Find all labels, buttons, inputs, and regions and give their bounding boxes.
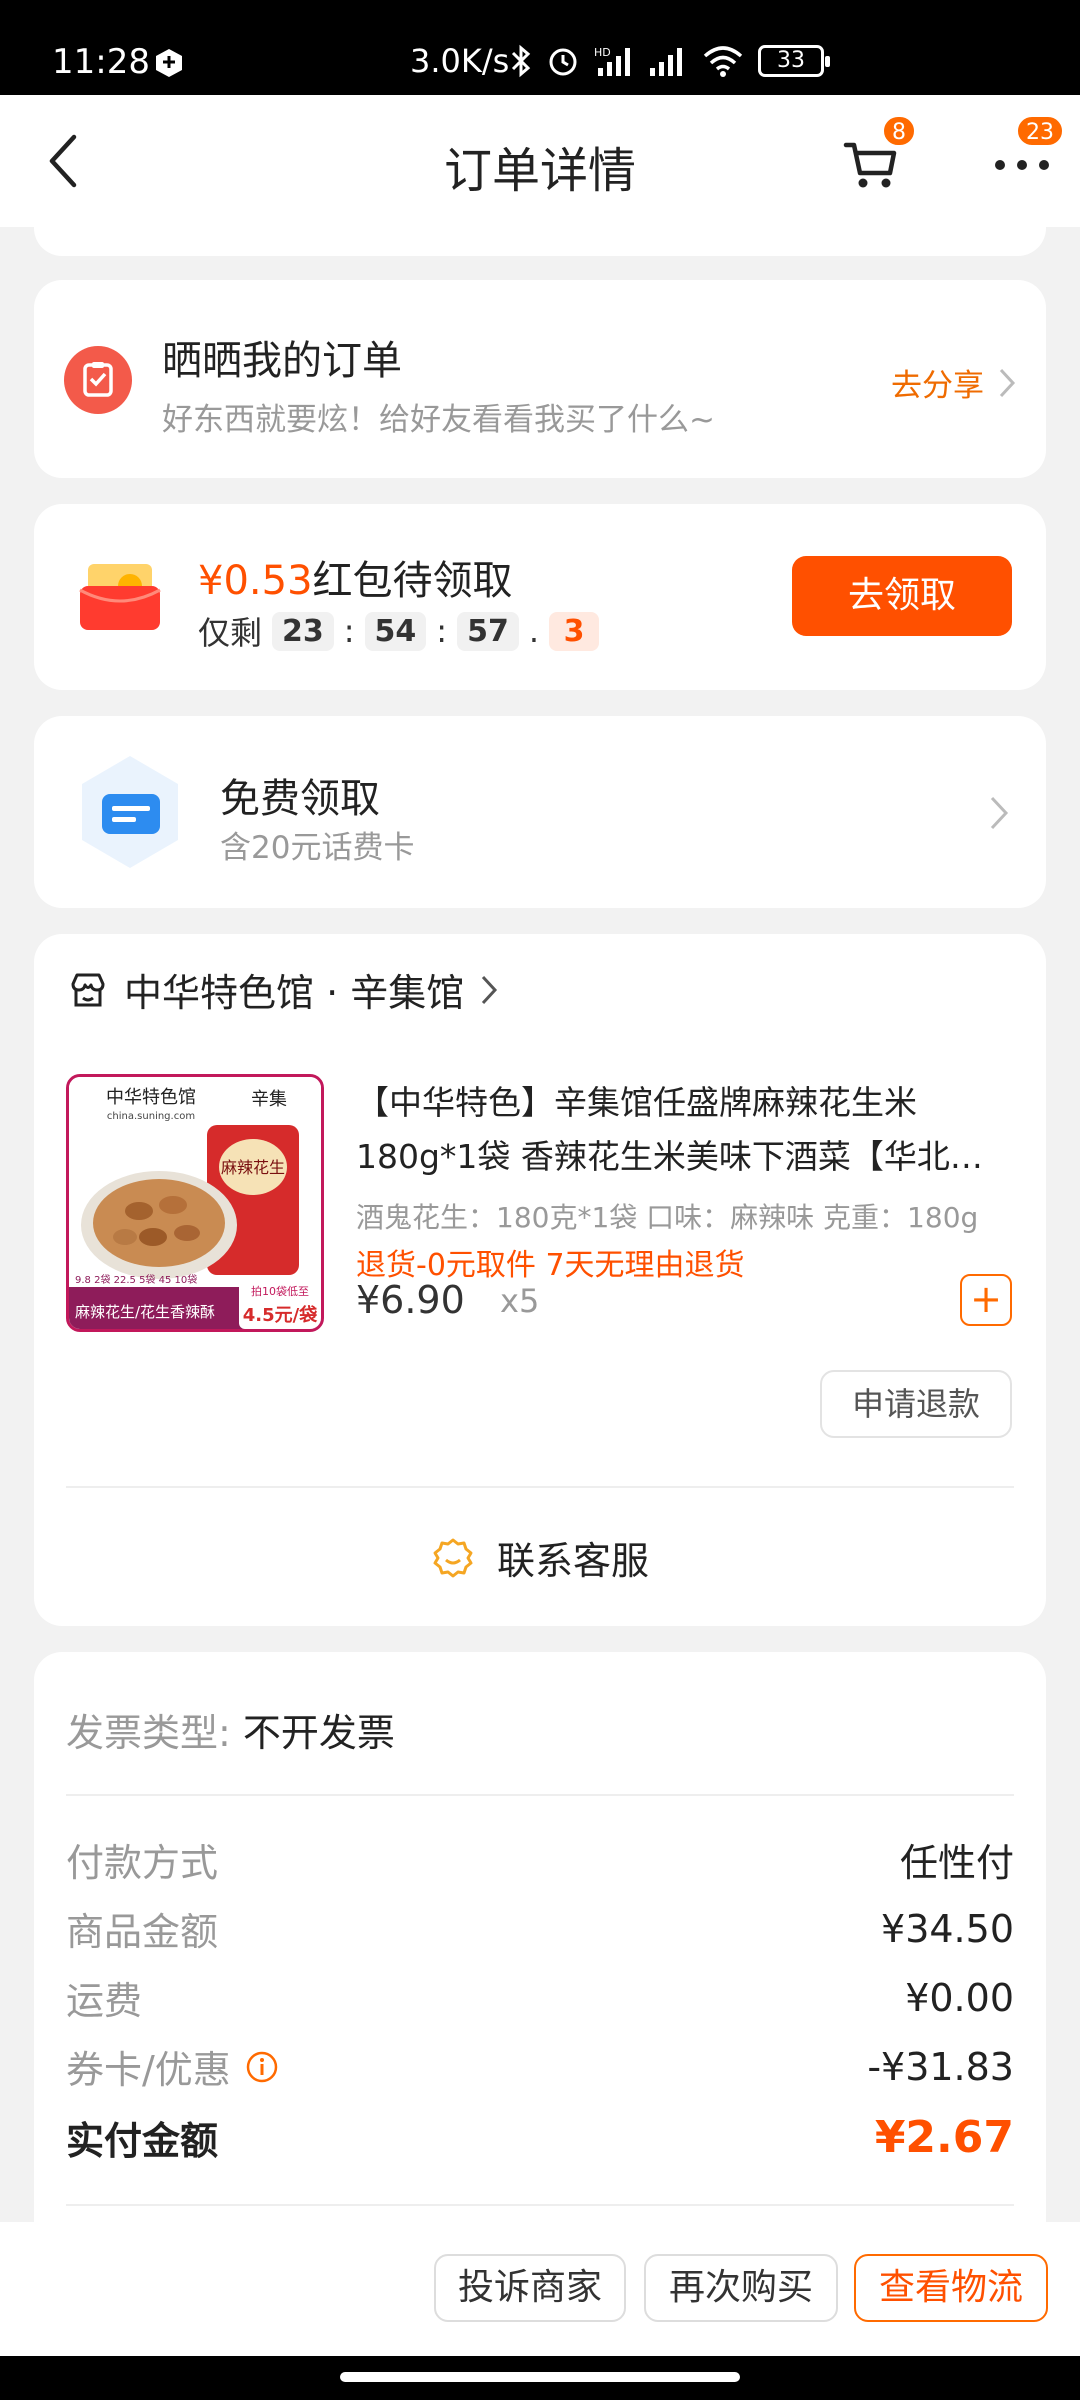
goods-amount-row: 商品金额 ¥34.50 <box>66 1901 1014 1956</box>
store-link[interactable]: 中华特色馆 · 辛集馆 <box>68 962 498 1017</box>
status-bar: 11:28 3.0K/s HD 33 <box>0 0 1080 95</box>
share-title: 晒晒我的订单 <box>162 338 402 384</box>
phone-card-icon <box>82 756 178 868</box>
cart-badge: 8 <box>882 115 916 147</box>
countdown-seconds: 57 <box>457 611 519 651</box>
image-promo-text: 拍10袋低至 <box>251 1284 309 1298</box>
invoice-row: 发票类型: 不开发票 <box>66 1702 395 1757</box>
discount-row: 券卡/优惠 -¥31.83 <box>66 2039 1014 2094</box>
previous-card-bottom <box>34 200 1046 256</box>
countdown-minutes: 54 <box>364 611 427 651</box>
payment-card: 发票类型: 不开发票 付款方式 任性付 商品金额 ¥34.50 运费 ¥0.00… <box>34 1652 1046 2232</box>
payment-row-value: -¥31.83 <box>867 2044 1014 2089</box>
hd-signal-icon: HD <box>594 46 630 76</box>
red-packet-card: ¥0.53红包待领取 仅剩 23 : 54 : 57 . 3 去领取 <box>34 504 1046 690</box>
back-icon[interactable] <box>40 131 90 191</box>
complain-merchant-button[interactable]: 投诉商家 <box>434 2254 626 2322</box>
info-icon[interactable] <box>245 2050 279 2084</box>
buy-again-button[interactable]: 再次购买 <box>644 2254 838 2322</box>
product-price: ¥6.90 <box>356 1278 465 1322</box>
bluetooth-icon <box>511 44 531 78</box>
alarm-icon <box>549 48 577 76</box>
payment-row-label: 运费 <box>66 1979 143 2023</box>
request-refund-button[interactable]: 申请退款 <box>820 1370 1012 1438</box>
red-packet-title: ¥0.53红包待领取 <box>198 548 513 606</box>
payment-row-label: 付款方式 <box>66 1841 219 1885</box>
store-icon <box>71 973 105 1006</box>
image-deal-text: 9.8 2袋 22.5 5袋 45 10袋 <box>75 1273 197 1286</box>
payment-row-value: ¥34.50 <box>881 1906 1014 1951</box>
cart-button[interactable]: 8 <box>840 115 916 195</box>
home-indicator[interactable] <box>340 2372 740 2382</box>
share-subtitle: 好东西就要炫！给好友看看我买了什么~ <box>162 402 715 438</box>
countdown-tenths: 3 <box>549 611 599 651</box>
store-name: 中华特色馆 · 辛集馆 <box>124 971 465 1015</box>
page-title: 订单详情 <box>443 143 636 199</box>
divider <box>66 1486 1014 1488</box>
product-quantity: x5 <box>500 1282 540 1320</box>
discount-label[interactable]: 券卡/优惠 <box>66 2039 279 2094</box>
chevron-right-icon <box>990 796 1009 830</box>
more-button[interactable]: 23 <box>990 115 1064 195</box>
battery-icon: 33 <box>758 45 830 77</box>
free-claim-card[interactable]: 免费领取 含20元话费卡 <box>34 716 1046 908</box>
free-claim-title: 免费领取 <box>220 776 380 822</box>
network-speed: 3.0K/s <box>410 42 510 80</box>
total-paid-value: ¥2.67 <box>874 2112 1014 2163</box>
chevron-right-icon <box>482 975 498 1004</box>
share-link-label: 去分享 <box>891 368 984 404</box>
invoice-value: 不开发票 <box>242 1711 395 1755</box>
shipping-row: 运费 ¥0.00 <box>66 1970 1014 2025</box>
countdown-sep: : <box>343 612 355 650</box>
app-notification-icon <box>156 49 182 77</box>
image-price-text: 4.5元/袋 <box>243 1304 318 1326</box>
contact-service-button[interactable]: 联系客服 <box>34 1530 1046 1585</box>
payment-method-row: 付款方式 任性付 <box>66 1832 1014 1887</box>
product-spec: 酒鬼花生：180克*1袋 口味：麻辣味 克重：180g <box>356 1201 979 1234</box>
product-image[interactable]: 中华特色馆 china.suning.com 辛集 麻辣花生 9.8 2袋 22… <box>66 1074 324 1332</box>
red-envelope-icon <box>79 564 161 630</box>
payment-row-label: 商品金额 <box>66 1910 219 1954</box>
more-badge: 23 <box>1016 115 1064 147</box>
total-paid-row: 实付金额 ¥2.67 <box>66 2110 1014 2165</box>
image-pack-text: 麻辣花生 <box>221 1158 285 1177</box>
invoice-label: 发票类型: <box>66 1711 231 1755</box>
contact-service-label: 联系客服 <box>496 1539 649 1583</box>
image-site-text: china.suning.com <box>107 1111 195 1122</box>
countdown-hours: 23 <box>272 611 334 651</box>
payment-row-value: ¥0.00 <box>905 1975 1014 2020</box>
share-link[interactable]: 去分享 <box>891 360 1016 405</box>
divider <box>66 1794 1014 1796</box>
image-brand-text: 中华特色馆 <box>106 1087 196 1108</box>
countdown-sep: . <box>528 612 539 650</box>
free-claim-subtitle: 含20元话费卡 <box>220 830 415 866</box>
payment-row-value: 任性付 <box>899 1841 1014 1885</box>
customer-service-icon <box>433 1538 473 1577</box>
payment-row-label: 券卡/优惠 <box>66 2048 231 2092</box>
divider <box>66 2204 1014 2206</box>
chevron-right-icon <box>999 368 1016 397</box>
countdown: 仅剩 23 : 54 : 57 . 3 <box>198 608 599 654</box>
product-card: 中华特色馆 · 辛集馆 中华特色馆 china.suning.com 辛集 麻辣… <box>34 934 1046 1626</box>
bottom-action-bar: 投诉商家 再次购买 查看物流 <box>0 2222 1080 2356</box>
view-logistics-button[interactable]: 查看物流 <box>854 2254 1048 2322</box>
add-more-button[interactable]: + <box>960 1274 1012 1326</box>
wifi-icon <box>703 46 743 77</box>
share-order-card[interactable]: 晒晒我的订单 好东西就要炫！给好友看看我买了什么~ 去分享 <box>34 280 1046 478</box>
countdown-label: 仅剩 <box>198 614 263 652</box>
status-time: 11:28 <box>52 42 150 82</box>
image-shop-text: 辛集 <box>251 1089 287 1110</box>
total-paid-label: 实付金额 <box>66 2119 219 2163</box>
gesture-bar-area <box>0 2356 1080 2400</box>
image-bottom-text: 麻辣花生/花生香辣酥 <box>75 1303 215 1321</box>
red-packet-amount: ¥0.53 <box>198 558 313 604</box>
product-name[interactable]: 【中华特色】辛集馆任盛牌麻辣花生米180g*1袋 香辣花生米美味下酒菜【华北… <box>356 1076 1006 1184</box>
signal-icon <box>650 48 682 76</box>
red-packet-label: 红包待领取 <box>312 558 513 604</box>
status-icons: HD 33 <box>510 44 830 78</box>
claim-red-packet-button[interactable]: 去领取 <box>792 556 1012 636</box>
share-order-icon <box>64 346 132 414</box>
countdown-sep: : <box>436 612 448 650</box>
hd-label: HD <box>594 46 611 59</box>
